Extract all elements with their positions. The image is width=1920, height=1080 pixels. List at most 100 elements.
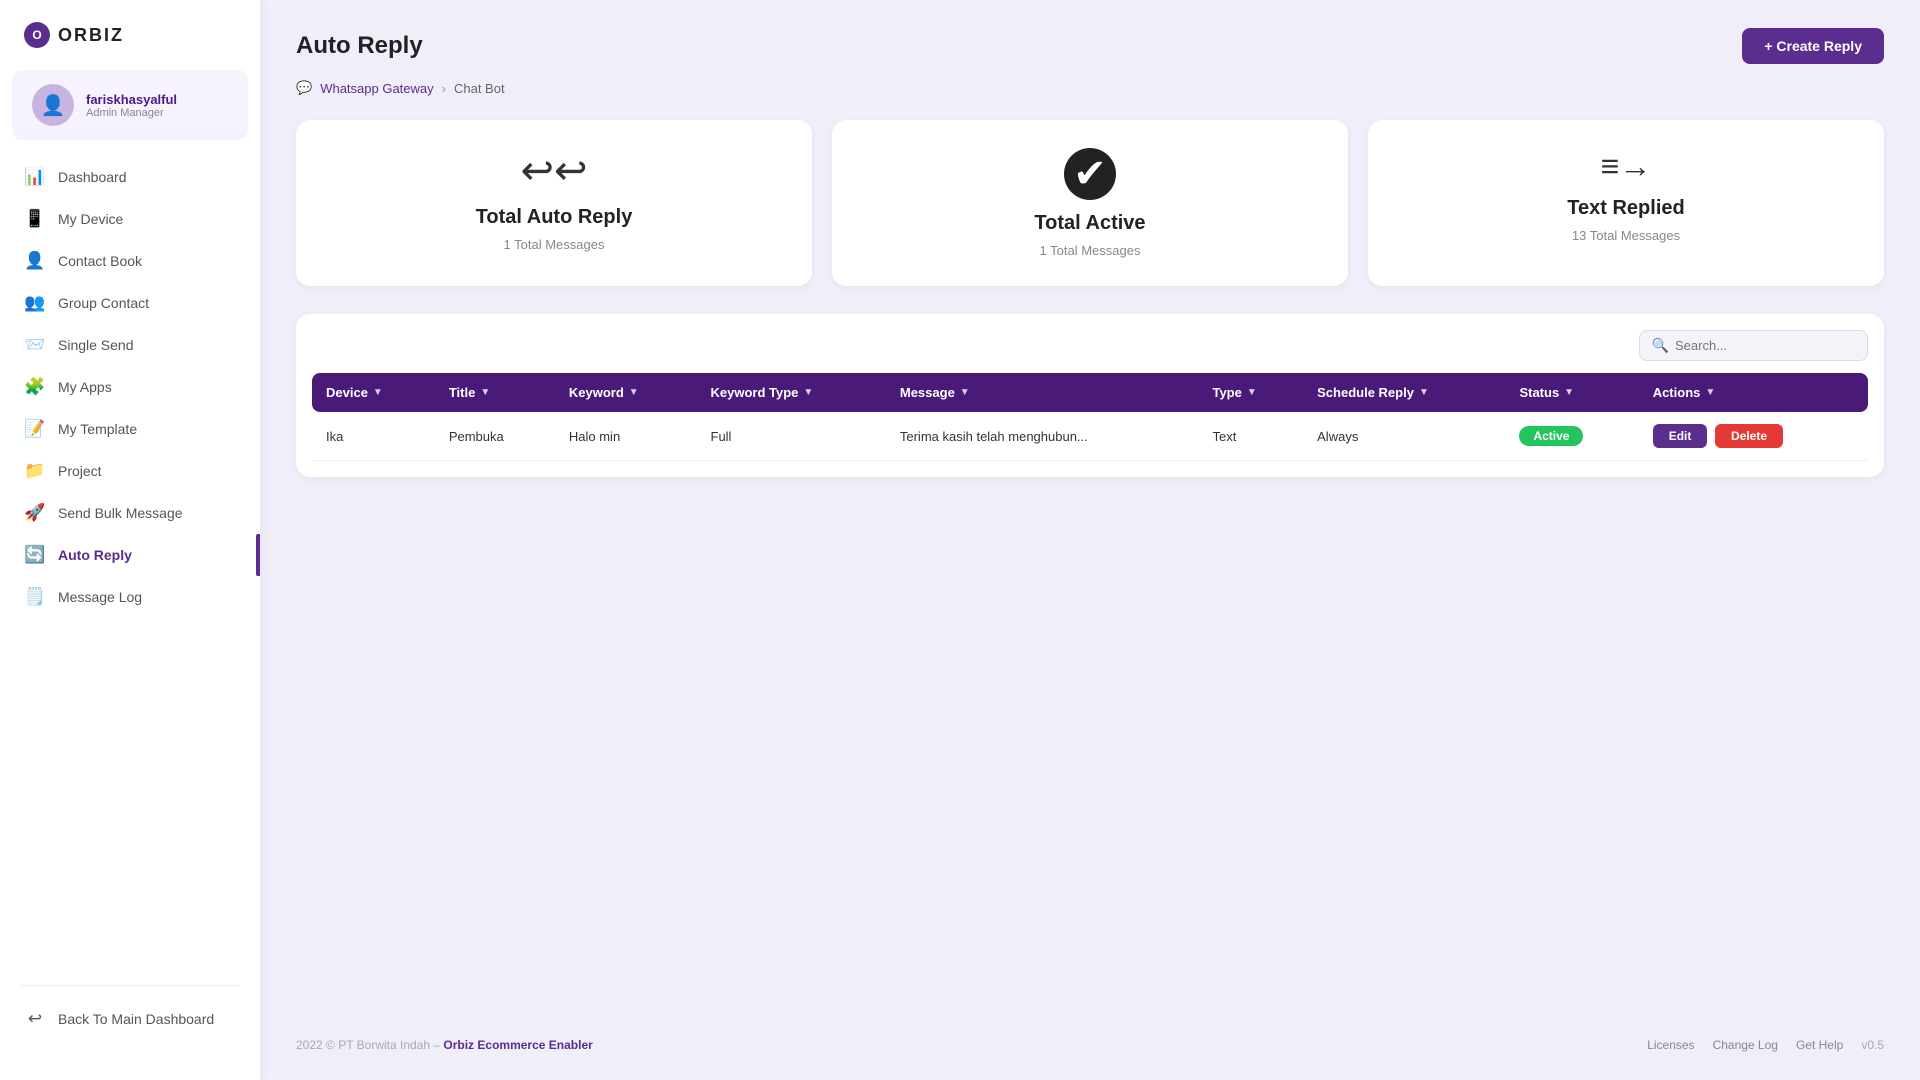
th-filter-actions: Actions ▼: [1653, 385, 1716, 400]
group-contact-icon: 👥: [24, 293, 46, 313]
sidebar-item-contact-book[interactable]: 👤 Contact Book: [0, 240, 260, 282]
filter-icon: ▼: [480, 387, 490, 398]
table-topbar: 🔍: [312, 330, 1868, 361]
my-device-icon: 📱: [24, 209, 46, 229]
sidebar-item-my-apps[interactable]: 🧩 My Apps: [0, 366, 260, 408]
stat-title-text-replied: Text Replied: [1567, 197, 1684, 220]
stat-title-total-active: Total Active: [1034, 212, 1145, 235]
single-send-icon: 📨: [24, 335, 46, 355]
search-input[interactable]: [1675, 338, 1855, 353]
footer-link-change-log[interactable]: Change Log: [1713, 1038, 1778, 1052]
logo-icon: O: [24, 22, 50, 48]
sidebar-item-project[interactable]: 📁 Project: [0, 450, 260, 492]
sidebar-nav: 📊 Dashboard 📱 My Device 👤 Contact Book 👥…: [0, 148, 260, 973]
filter-icon: ▼: [960, 387, 970, 398]
sidebar-label-single-send: Single Send: [58, 337, 134, 353]
th-filter-keyword-type: Keyword Type ▼: [711, 385, 814, 400]
avatar: 👤: [32, 84, 74, 126]
sidebar-item-single-send[interactable]: 📨 Single Send: [0, 324, 260, 366]
auto-reply-icon: 🔄: [24, 545, 46, 565]
stat-sub-total-auto-reply: 1 Total Messages: [504, 237, 605, 252]
footer-links: LicensesChange LogGet Helpv0.5: [1647, 1038, 1884, 1052]
filter-icon: ▼: [629, 387, 639, 398]
filter-icon: ▼: [1705, 387, 1715, 398]
th-filter-title: Title ▼: [449, 385, 490, 400]
th-message[interactable]: Message ▼: [886, 373, 1199, 412]
sidebar-item-send-bulk-message[interactable]: 🚀 Send Bulk Message: [0, 492, 260, 534]
footer-copyright: 2022 © PT Borwita Indah –: [296, 1038, 440, 1052]
stat-card-total-active: ✔ Total Active 1 Total Messages: [832, 120, 1348, 286]
stat-cards: ↩↩ Total Auto Reply 1 Total Messages ✔ T…: [296, 120, 1884, 286]
th-filter-message: Message ▼: [900, 385, 970, 400]
breadcrumb-parent[interactable]: Whatsapp Gateway: [320, 81, 433, 96]
delete-button[interactable]: Delete: [1715, 424, 1783, 448]
top-bar: Auto Reply + Create Reply: [296, 28, 1884, 64]
main-content: Auto Reply + Create Reply 💬 Whatsapp Gat…: [260, 0, 1920, 1080]
th-type[interactable]: Type ▼: [1198, 373, 1303, 412]
th-filter-device: Device ▼: [326, 385, 383, 400]
sidebar-label-my-template: My Template: [58, 421, 137, 437]
sidebar-label-message-log: Message Log: [58, 589, 142, 605]
th-status[interactable]: Status ▼: [1505, 373, 1638, 412]
sidebar-item-group-contact[interactable]: 👥 Group Contact: [0, 282, 260, 324]
edit-button[interactable]: Edit: [1653, 424, 1708, 448]
sidebar-label-my-apps: My Apps: [58, 379, 112, 395]
cell-schedule-reply: Always: [1303, 412, 1505, 461]
table-body: Ika Pembuka Halo min Full Terima kasih t…: [312, 412, 1868, 461]
th-keyword-type[interactable]: Keyword Type ▼: [697, 373, 886, 412]
th-filter-keyword: Keyword ▼: [569, 385, 639, 400]
th-filter-type: Type ▼: [1212, 385, 1256, 400]
sidebar-label-group-contact: Group Contact: [58, 295, 149, 311]
th-actions[interactable]: Actions ▼: [1639, 373, 1868, 412]
filter-icon: ▼: [803, 387, 813, 398]
sidebar-label-send-bulk-message: Send Bulk Message: [58, 505, 183, 521]
footer-left: 2022 © PT Borwita Indah – Orbiz Ecommerc…: [296, 1038, 593, 1052]
auto-reply-icon: ↩↩: [520, 148, 587, 194]
back-label: Back To Main Dashboard: [58, 1011, 214, 1027]
footer-link-licenses[interactable]: Licenses: [1647, 1038, 1694, 1052]
breadcrumb: 💬 Whatsapp Gateway › Chat Bot: [296, 80, 1884, 96]
user-name: fariskhasyalful: [86, 92, 177, 107]
sidebar-item-message-log[interactable]: 🗒️ Message Log: [0, 576, 260, 618]
logo-text: ORBIZ: [58, 25, 124, 46]
create-reply-button[interactable]: + Create Reply: [1742, 28, 1884, 64]
auto-reply-table: Device ▼ Title ▼ Keyword ▼ Keyword Type ▼ Me…: [312, 373, 1868, 461]
sidebar-label-my-device: My Device: [58, 211, 123, 227]
cell-title: Pembuka: [435, 412, 555, 461]
send-bulk-message-icon: 🚀: [24, 503, 46, 523]
th-title[interactable]: Title ▼: [435, 373, 555, 412]
project-icon: 📁: [24, 461, 46, 481]
footer-brand-link[interactable]: Orbiz Ecommerce Enabler: [443, 1038, 592, 1052]
table-section: 🔍 Device ▼ Title ▼ Keyword ▼ Keyword Type ▼…: [296, 314, 1884, 477]
footer-link-get-help[interactable]: Get Help: [1796, 1038, 1843, 1052]
filter-icon: ▼: [1247, 387, 1257, 398]
table-header: Device ▼ Title ▼ Keyword ▼ Keyword Type ▼ Me…: [312, 373, 1868, 412]
breadcrumb-wp-icon: 💬: [296, 80, 312, 96]
sidebar-item-my-device[interactable]: 📱 My Device: [0, 198, 260, 240]
cell-keyword: Halo min: [555, 412, 697, 461]
cell-message: Terima kasih telah menghubun...: [886, 412, 1199, 461]
search-wrap: 🔍: [1639, 330, 1868, 361]
cell-actions: Edit Delete: [1639, 412, 1868, 461]
cell-device: Ika: [312, 412, 435, 461]
message-log-icon: 🗒️: [24, 587, 46, 607]
filter-icon: ▼: [1419, 387, 1429, 398]
th-keyword[interactable]: Keyword ▼: [555, 373, 697, 412]
cell-status: Active: [1505, 412, 1638, 461]
th-schedule-reply[interactable]: Schedule Reply ▼: [1303, 373, 1505, 412]
text-replied-icon: ≡→: [1601, 148, 1652, 185]
sidebar-item-back[interactable]: ↩ Back To Main Dashboard: [0, 998, 260, 1040]
my-template-icon: 📝: [24, 419, 46, 439]
filter-icon: ▼: [373, 387, 383, 398]
sidebar-item-dashboard[interactable]: 📊 Dashboard: [0, 156, 260, 198]
th-device[interactable]: Device ▼: [312, 373, 435, 412]
status-badge: Active: [1519, 426, 1583, 446]
sidebar-label-dashboard: Dashboard: [58, 169, 127, 185]
cell-keyword-type: Full: [697, 412, 886, 461]
stat-card-total-auto-reply: ↩↩ Total Auto Reply 1 Total Messages: [296, 120, 812, 286]
sidebar-item-my-template[interactable]: 📝 My Template: [0, 408, 260, 450]
active-check-icon: ✔: [1064, 148, 1116, 200]
sidebar-item-auto-reply[interactable]: 🔄 Auto Reply: [0, 534, 260, 576]
footer-bar: 2022 © PT Borwita Indah – Orbiz Ecommerc…: [296, 1010, 1884, 1052]
page-title: Auto Reply: [296, 32, 423, 60]
